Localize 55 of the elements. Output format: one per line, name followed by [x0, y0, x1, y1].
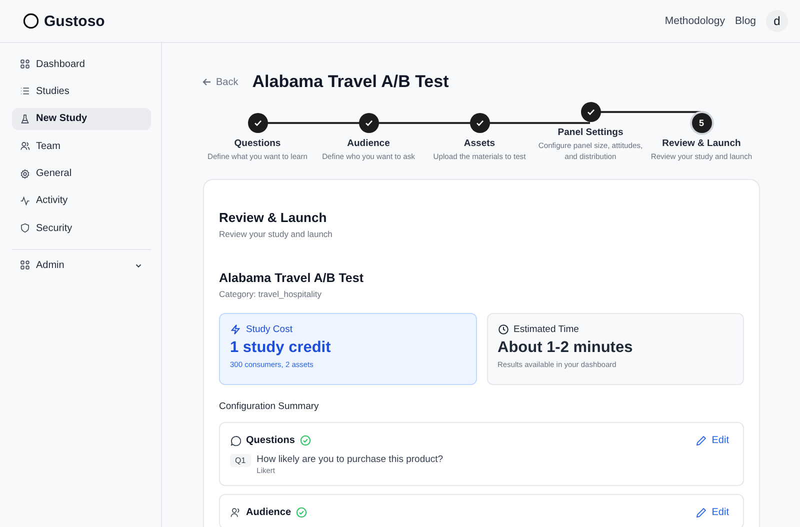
check-icon: [364, 118, 374, 128]
sidebar-item[interactable]: Studies: [12, 80, 151, 102]
stat-label: Study Cost: [246, 324, 292, 335]
clock-icon: [498, 324, 508, 335]
section-title: Questions: [246, 435, 295, 446]
stat-value: 1 study credit: [230, 339, 332, 357]
stat-label: Estimated Time: [514, 324, 579, 335]
pencil-icon: [696, 435, 707, 446]
page-title: Alabama Travel A/B Test: [252, 72, 449, 92]
nav-link[interactable]: Blog: [734, 15, 756, 27]
users-icon: [230, 507, 241, 518]
edit-link[interactable]: Edit: [696, 507, 729, 518]
pencil-icon: [696, 507, 707, 518]
grid-icon: [20, 260, 30, 270]
study-name: Alabama Travel A/B Test: [219, 271, 365, 285]
section-title: Audience: [246, 507, 292, 518]
check-icon: [474, 118, 484, 128]
lightning-icon: [230, 324, 241, 335]
list-icon: [20, 86, 30, 96]
step-label: Questions: [234, 138, 281, 149]
user-avatar[interactable]: d: [766, 10, 788, 32]
study-category: Category: travel_hospitality: [219, 289, 323, 299]
stat-value: About 1-2 minutes: [498, 339, 634, 357]
speech-bubble-icon: [230, 435, 241, 446]
brand-name: Gustoso: [44, 12, 105, 30]
step-label: Panel Settings: [558, 127, 624, 138]
check-icon: [252, 118, 262, 128]
pulse-icon: [20, 196, 30, 206]
circle-logo-icon: [23, 13, 39, 29]
step-label: Review & Launch: [662, 138, 741, 149]
step-number: 5: [692, 113, 712, 133]
users-icon: [20, 141, 30, 152]
step-label: Audience: [347, 138, 390, 149]
arrow-left-icon: [202, 77, 212, 87]
question-tag: Q1: [230, 454, 251, 467]
sidebar-item[interactable]: Dashboard: [12, 53, 151, 75]
gear-icon: [20, 168, 30, 179]
section-heading: Review & Launch: [219, 210, 328, 225]
sidebar-item[interactable]: Activity: [12, 190, 151, 212]
sidebar-item[interactable]: New Study: [12, 108, 151, 130]
step-label: Assets: [464, 138, 496, 149]
nav-link[interactable]: Methodology: [664, 15, 725, 27]
sidebar-item[interactable]: General: [12, 162, 151, 185]
section-subheading: Review your study and launch: [219, 229, 334, 239]
edit-link[interactable]: Edit: [696, 435, 729, 446]
shield-icon: [20, 223, 30, 234]
admin-menu[interactable]: Admin: [12, 254, 151, 276]
sidebar-item[interactable]: Security: [12, 217, 151, 240]
question-text: How likely are you to purchase this product?: [256, 454, 444, 465]
back-link[interactable]: Back: [202, 76, 238, 88]
sidebar-item[interactable]: Team: [12, 135, 151, 158]
summary-title: Configuration Summary: [219, 401, 320, 412]
check-icon: [586, 107, 596, 117]
flask-icon: [20, 114, 30, 124]
grid-icon: [20, 59, 30, 69]
